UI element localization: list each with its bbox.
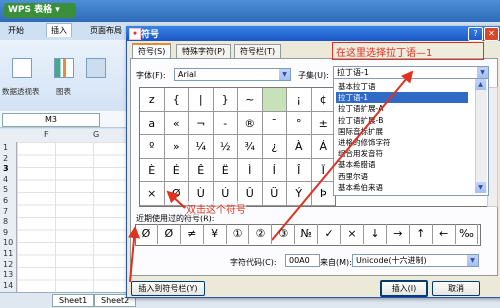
row-number[interactable]: 12	[3, 260, 13, 269]
row-number[interactable]: 5	[3, 185, 8, 194]
row-number[interactable]: 8	[3, 217, 8, 226]
recent-symbol-cell[interactable]: ①	[227, 224, 250, 244]
recent-symbol-cell[interactable]: ×	[341, 224, 364, 244]
recent-symbol-cell[interactable]: →	[387, 224, 410, 244]
recent-symbol-cell[interactable]: ↓	[364, 224, 387, 244]
recent-symbol-cell[interactable]: ②	[250, 224, 273, 244]
recent-symbol-cell[interactable]: ↑	[410, 224, 433, 244]
recent-symbol-cell[interactable]: ‰	[456, 224, 479, 244]
row-number[interactable]: 1	[3, 143, 8, 152]
recent-symbol-cell[interactable]: ≠	[181, 224, 204, 244]
recent-symbol-cell[interactable]: ③	[272, 224, 296, 244]
row-number[interactable]: 7	[3, 207, 8, 216]
arrow-to-symbol	[166, 190, 186, 209]
recent-symbol-cell[interactable]: №	[295, 224, 319, 244]
row-number[interactable]: 4	[3, 175, 8, 184]
annotation-arrows	[128, 70, 414, 283]
row-number[interactable]: 9	[3, 228, 8, 237]
recent-symbol-cell[interactable]: Ø	[135, 224, 158, 244]
row-number[interactable]: 2	[3, 154, 8, 163]
row-number[interactable]: 3	[3, 164, 9, 173]
recent-symbol-cell[interactable]: ¥	[204, 224, 227, 244]
arrow-to-subset	[271, 70, 414, 241]
row-number[interactable]: 14	[3, 281, 13, 290]
recent-symbol-cell[interactable]: ←	[433, 224, 456, 244]
recent-symbol-cell[interactable]: Ø	[158, 224, 181, 244]
row-number[interactable]: 10	[3, 238, 13, 247]
row-number[interactable]: 11	[3, 249, 13, 258]
recent-symbol-cell[interactable]: ✓	[318, 224, 342, 244]
row-number[interactable]: 13	[3, 270, 13, 279]
row-number[interactable]: 6	[3, 196, 8, 205]
